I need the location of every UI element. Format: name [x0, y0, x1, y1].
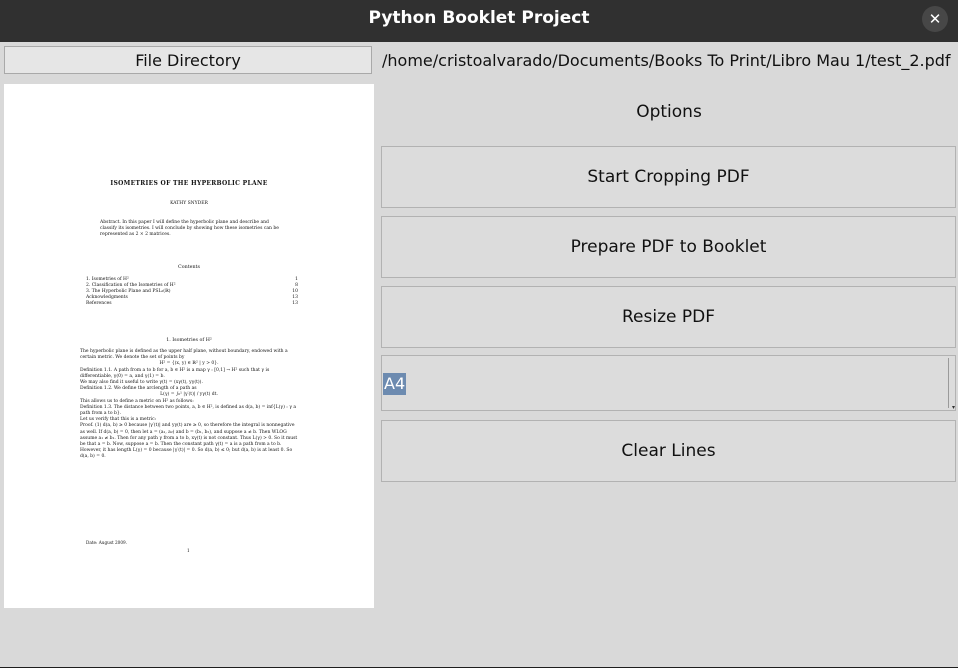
- preview-section-heading: 1. Isometries of H²: [166, 338, 212, 343]
- chevron-down-icon[interactable]: ▾: [952, 404, 955, 411]
- preview-contents-heading: Contents: [178, 265, 200, 270]
- options-label: Options: [636, 102, 702, 122]
- preview-toc: 1. Isometries of H² 1 2. Classification o…: [86, 277, 298, 307]
- toc-label: References: [86, 301, 112, 306]
- window-title: Python Booklet Project: [368, 8, 590, 28]
- preview-body: The hyperbolic plane is defined as the u…: [80, 349, 298, 461]
- pdf-preview: ISOMETRIES OF THE HYPERBOLIC PLANE KATHY…: [4, 84, 374, 608]
- close-icon[interactable]: ✕: [922, 6, 948, 32]
- file-directory-button[interactable]: File Directory: [4, 46, 372, 74]
- preview-date: Date: August 2009.: [86, 540, 128, 545]
- resize-pdf-button[interactable]: Resize PDF: [381, 286, 956, 348]
- title-bar: Python Booklet Project ✕: [0, 0, 958, 42]
- paper-size-scrollbar[interactable]: [948, 358, 953, 408]
- prepare-booklet-button[interactable]: Prepare PDF to Booklet: [381, 216, 956, 278]
- body-paragraph: Definition 1.3. The distance between two…: [80, 404, 297, 417]
- preview-abstract: Abstract. In this paper I will define th…: [100, 220, 279, 237]
- preview-page-number: 1: [187, 548, 190, 553]
- clear-lines-button[interactable]: Clear Lines: [381, 420, 956, 482]
- body-paragraph: Definition 1.1. A path from a to b for a…: [80, 367, 270, 379]
- body-paragraph: The hyperbolic plane is defined as the u…: [80, 349, 288, 361]
- preview-author: KATHY SNYDER: [170, 201, 208, 206]
- paper-size-input[interactable]: A4 ▾: [381, 355, 956, 411]
- body-paragraph: Proof. (1) d(a, b) ≥ 0 because |γ′(t)| a…: [80, 423, 298, 460]
- file-path-label: /home/cristoalvarado/Documents/Books To …: [382, 51, 951, 70]
- paper-size-value[interactable]: A4: [383, 373, 407, 395]
- toc-page: 13: [292, 301, 298, 306]
- start-cropping-button[interactable]: Start Cropping PDF: [381, 146, 956, 208]
- preview-title: ISOMETRIES OF THE HYPERBOLIC PLANE: [110, 180, 268, 187]
- toc-row: References 13: [86, 301, 298, 307]
